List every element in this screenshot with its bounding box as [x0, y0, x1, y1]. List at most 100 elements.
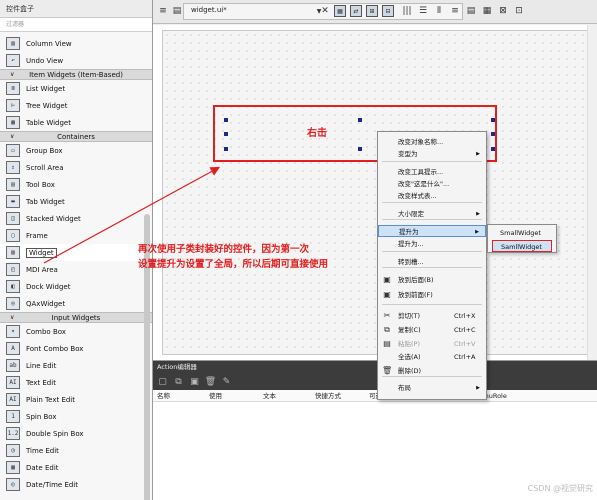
context-menu-item[interactable]: 变型为 ▶ [378, 148, 486, 160]
widget-item-undo-view[interactable]: ↶ Undo View [0, 52, 152, 69]
context-menu-item[interactable]: 改变工具提示... [378, 166, 486, 178]
widget-item-tree-widget[interactable]: ⊢ Tree Widget [0, 97, 152, 114]
widget-item-list-widget[interactable]: ≣ List Widget [0, 80, 152, 97]
widget-item-tool-box[interactable]: ▤ Tool Box [0, 176, 152, 193]
category-input-widgets[interactable]: ∨ Input Widgets [0, 312, 152, 323]
column-header[interactable]: 名称 [153, 390, 205, 401]
widget-item-stacked-widget[interactable]: ◫ Stacked Widget [0, 210, 152, 227]
widget-item-scroll-area[interactable]: ⇕ Scroll Area [0, 159, 152, 176]
widget-item-date-edit[interactable]: ▦ Date Edit [0, 459, 152, 476]
context-menu-item[interactable]: ⧉ 复制(C) Ctrl+C [378, 324, 486, 336]
widget-item-widget[interactable]: ▨ Widget [0, 244, 152, 261]
widget-item-spin-box[interactable]: 1 Spin Box [0, 408, 152, 425]
resize-handle[interactable] [358, 147, 362, 151]
layout-form-icon[interactable]: ▤ [465, 5, 477, 17]
category-item-based[interactable]: ∨ Item Widgets (Item-Based) [0, 69, 152, 80]
widget-item-font-combo-box[interactable]: A Font Combo Box [0, 340, 152, 357]
list-widget-icon: ≣ [6, 82, 20, 95]
dock-widget-icon: ◧ [6, 280, 20, 293]
resize-handle[interactable] [491, 132, 495, 136]
context-menu-item[interactable]: ▤ 粘贴(P) Ctrl+V [378, 338, 486, 350]
close-icon[interactable]: ✕ [319, 5, 331, 17]
action-editor-title: Action编辑器 [153, 361, 597, 374]
resize-handle[interactable] [224, 118, 228, 122]
widget-item-combo-box[interactable]: ▾ Combo Box [0, 323, 152, 340]
widget-item-label: Scroll Area [26, 163, 64, 172]
widget-item-label: Table Widget [26, 118, 71, 127]
widget-item-label: Plain Text Edit [26, 395, 75, 404]
resize-handle[interactable] [491, 147, 495, 151]
widget-item-plain-text-edit[interactable]: AI Plain Text Edit [0, 391, 152, 408]
column-header[interactable]: 使用 [205, 390, 259, 401]
widget-item-date-time-edit[interactable]: ◴ Date/Time Edit [0, 476, 152, 493]
submenu-item[interactable]: SamllWidget [492, 240, 552, 252]
widget-item-tab-widget[interactable]: ▬ Tab Widget [0, 193, 152, 210]
canvas-scrollbar[interactable] [587, 25, 597, 360]
widget-item-label: Undo View [26, 56, 64, 65]
layout-split-h-icon[interactable]: ⫴ [433, 5, 445, 17]
date-edit-icon: ▦ [6, 461, 20, 474]
widget-item-group-box[interactable]: ▭ Group Box [0, 142, 152, 159]
widget-item-label: Stacked Widget [26, 214, 81, 223]
break-layout-icon[interactable]: ⊠ [497, 5, 509, 17]
widget-item-label: Date/Time Edit [26, 480, 79, 489]
shortcut-label: Ctrl+V [454, 340, 476, 348]
edit-tab-order-icon[interactable]: ⊟ [382, 5, 394, 17]
adjust-size-icon[interactable]: ⊡ [513, 5, 525, 17]
widget-item-dock-widget[interactable]: ◧ Dock Widget [0, 278, 152, 295]
document-tab-title: widget.ui* [191, 6, 227, 14]
context-menu-label: 提升为 [399, 228, 419, 236]
widget-item-line-edit[interactable]: ab Line Edit [0, 357, 152, 374]
copy-action-icon[interactable]: ⧉ [173, 377, 184, 388]
widget-item-label: MDI Area [26, 265, 58, 274]
widget-item-text-edit[interactable]: AI Text Edit [0, 374, 152, 391]
widget-item-double-spin-box[interactable]: 1.2 Double Spin Box [0, 425, 152, 442]
context-menu-item[interactable]: 改变对象名称... [378, 136, 486, 148]
context-menu-item[interactable]: ✂ 剪切(T) Ctrl+X [378, 310, 486, 322]
date-time-edit-icon: ◴ [6, 478, 20, 491]
context-menu-item[interactable]: 全选(A) Ctrl+A [378, 351, 486, 363]
category-containers[interactable]: ∨ Containers [0, 131, 152, 142]
paste-action-icon[interactable]: ▣ [189, 377, 200, 388]
resize-handle[interactable] [224, 147, 228, 151]
form-surface[interactable] [162, 30, 588, 355]
context-menu-item[interactable]: 提升为 ▶ [378, 225, 486, 237]
context-menu-item[interactable]: ▣ 放到后面(B) [378, 274, 486, 286]
submenu-item[interactable]: SmallWidget [492, 227, 552, 239]
widget-item-column-view[interactable]: ▥ Column View [0, 35, 152, 52]
resize-handle[interactable] [224, 132, 228, 136]
context-menu-item[interactable]: 改变样式表... [378, 190, 486, 202]
resize-handle[interactable] [491, 118, 495, 122]
widget-item-table-widget[interactable]: ▦ Table Widget [0, 114, 152, 131]
layout-grid-icon[interactable]: ▦ [481, 5, 493, 17]
widget-item-label: Tab Widget [26, 197, 65, 206]
settings-icon[interactable]: ✎ [221, 377, 232, 388]
new-action-icon[interactable]: ▢ [157, 377, 168, 388]
context-menu-item[interactable]: ▣ 放到前面(F) [378, 289, 486, 301]
file-icon: ▤ [172, 6, 182, 16]
widget-item-label: Group Box [26, 146, 63, 155]
context-menu-item[interactable]: 改变"这是什么"... [378, 178, 486, 190]
widget-item-frame[interactable]: ▢ Frame [0, 227, 152, 244]
delete-action-icon[interactable]: 🗑 [205, 377, 216, 388]
edit-buddies-icon[interactable]: ⊞ [366, 5, 378, 17]
filter-input[interactable]: 过滤器 [0, 18, 152, 32]
widget-item-mdi-area[interactable]: ◰ MDI Area [0, 261, 152, 278]
context-menu-item[interactable]: 布局 ▶ [378, 382, 486, 394]
widget-item-time-edit[interactable]: ◷ Time Edit [0, 442, 152, 459]
column-header[interactable]: 快捷方式 [311, 390, 365, 401]
widget-item-label: Double Spin Box [26, 429, 84, 438]
column-header[interactable]: 文本 [259, 390, 311, 401]
edit-signals-icon[interactable]: ⇄ [350, 5, 362, 17]
widget-item-label: Widget [26, 247, 57, 258]
widget-item-qaxwidget[interactable]: ◎ QAxWidget [0, 295, 152, 312]
context-menu-item[interactable]: 提升为... [378, 238, 486, 250]
edit-widgets-icon[interactable]: ▦ [334, 5, 346, 17]
context-menu-label: 放到前面(F) [398, 291, 433, 299]
menu-icon[interactable]: ≡ [157, 5, 169, 17]
font-combo-box-icon: A [6, 342, 20, 355]
resize-handle[interactable] [358, 118, 362, 122]
layout-split-v-icon[interactable]: ≡ [449, 5, 461, 17]
layout-vertical-icon[interactable]: ☰ [417, 5, 429, 17]
layout-horizontal-icon[interactable]: ||| [401, 5, 413, 17]
